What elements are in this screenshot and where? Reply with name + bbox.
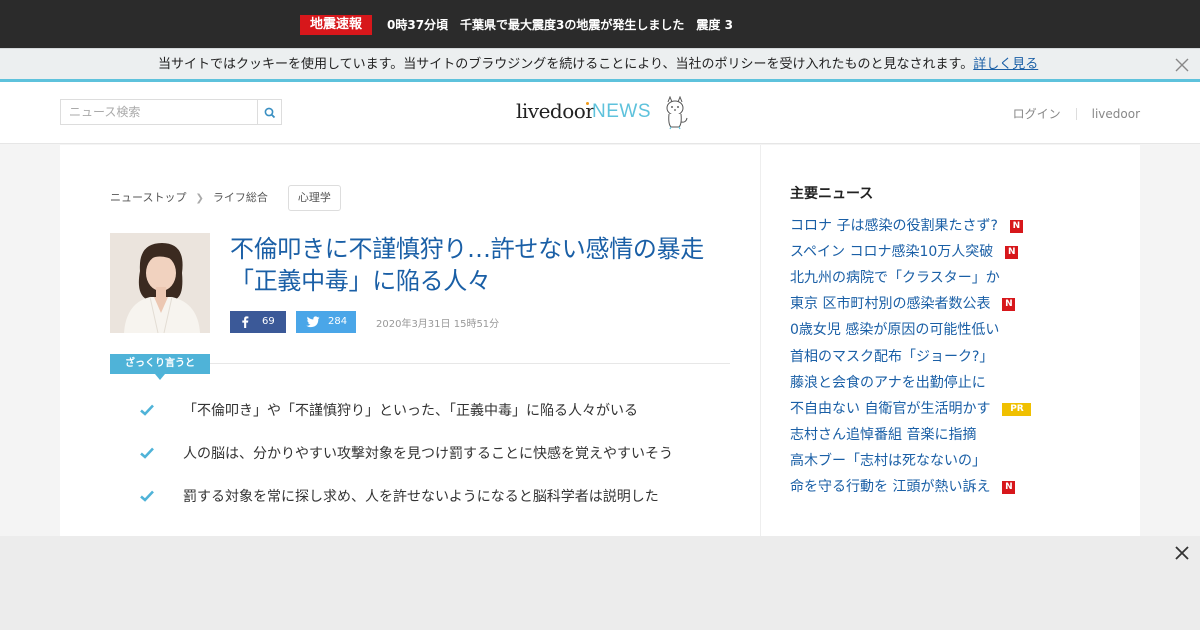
- author-photo-illustration: [110, 233, 210, 333]
- article-column: ニューストップ ❯ ライフ総合 心理学 不倫叩きに不謹慎狩り…許せない感情の暴走…: [60, 145, 760, 536]
- news-item-title: コロナ 子は感染の役割果たさず?: [790, 218, 998, 234]
- news-item[interactable]: スペイン コロナ感染10万人突破 N: [790, 242, 1019, 262]
- header-links: ログイン livedoor: [1013, 105, 1140, 122]
- news-item-title: 北九州の病院で「クラスター」か: [790, 270, 1000, 287]
- breadcrumb-item-news-top[interactable]: ニューストップ: [110, 185, 186, 211]
- search-button[interactable]: [257, 99, 282, 125]
- news-item[interactable]: 志村さん追悼番組 音楽に指摘: [790, 425, 976, 445]
- news-item-title: 高木ブー「志村は死なないの」: [790, 452, 986, 469]
- bottom-ad-area: [0, 536, 1200, 630]
- logo-dot: [586, 102, 589, 105]
- news-item-title: 首相のマスク配布「ジョーク?」: [790, 348, 994, 365]
- news-item[interactable]: 藤浪と会食のアナを出勤停止に: [790, 373, 986, 393]
- twitter-icon: [306, 316, 320, 328]
- new-badge: N: [1002, 481, 1016, 494]
- chevron-right-icon: ❯: [195, 192, 204, 204]
- news-item[interactable]: 0歳女児 感染が原因の可能性低い: [790, 320, 999, 340]
- cookie-notice-message: 当サイトではクッキーを使用しています。当サイトのブラウジングを続けることにより、…: [158, 57, 974, 72]
- article-thumbnail[interactable]: [110, 233, 210, 333]
- search-input[interactable]: [60, 99, 258, 125]
- new-badge: N: [1005, 246, 1019, 260]
- cookie-notice: 当サイトではクッキーを使用しています。当サイトのブラウジングを続けることにより、…: [0, 48, 1200, 82]
- publish-date: 2020年3月31日 15時51分: [376, 319, 500, 330]
- news-item-title: スペイン コロナ感染10万人突破: [790, 244, 994, 261]
- news-item[interactable]: 不自由ない 自衛官が生活明かす PR: [790, 399, 1032, 419]
- logo-news-label: NEWS: [592, 101, 651, 122]
- logo-wordmark: livedoor: [516, 99, 595, 123]
- summary-point-text: 罰する対象を常に探し求め、人を許せないようになると脳科学者は説明した: [183, 489, 659, 505]
- new-badge: N: [1009, 220, 1023, 233]
- news-item-title: 藤浪と会食のアナを出勤停止に: [790, 374, 986, 391]
- summary-label: ざっくり言うと: [110, 354, 210, 374]
- site-header: livedoor NEWS ログイン livedoor: [0, 82, 1200, 144]
- topic-tag-psychology[interactable]: 心理学: [287, 185, 341, 211]
- sidebar: 主要ニュース コロナ 子は感染の役割果たさず? N スペイン コロナ感染10万人突破…: [761, 145, 1140, 536]
- search-box: [60, 99, 282, 125]
- dog-mascot-icon: [666, 96, 688, 130]
- twitter-share-button[interactable]: 284: [296, 311, 356, 333]
- facebook-share-count: 69: [262, 316, 275, 327]
- news-item[interactable]: 北九州の病院で「クラスター」か: [790, 268, 1000, 288]
- login-link[interactable]: ログイン: [1013, 107, 1061, 121]
- checkmark-icon: [140, 490, 154, 502]
- earthquake-alert-text[interactable]: 0時37分頃 千葉県で最大震度3の地震が発生しました 震度 3: [387, 16, 733, 34]
- twitter-share-count: 284: [328, 316, 348, 327]
- news-item-title: 0歳女児 感染が原因の可能性低い: [790, 322, 1000, 339]
- close-icon[interactable]: [1174, 57, 1190, 73]
- news-item[interactable]: 命を守る行動を 江頭が熱い訴え N: [790, 477, 1016, 497]
- close-icon[interactable]: [1174, 545, 1190, 561]
- livedoor-link[interactable]: livedoor: [1092, 107, 1140, 121]
- news-item-title: 不自由ない 自衛官が生活明かす: [790, 400, 991, 417]
- news-item[interactable]: コロナ 子は感染の役割果たさず? N: [790, 216, 1023, 236]
- sidebar-title: 主要ニュース: [790, 186, 874, 202]
- earthquake-alert-bar: 地震速報 0時37分頃 千葉県で最大震度3の地震が発生しました 震度 3: [0, 0, 1200, 48]
- news-item-title: 志村さん追悼番組 音楽に指摘: [790, 426, 977, 443]
- breadcrumb-item-life[interactable]: ライフ総合: [213, 185, 268, 211]
- pr-badge: PR: [1002, 402, 1032, 416]
- facebook-share-button[interactable]: 69: [230, 311, 286, 333]
- summary-point-text: 人の脳は、分かりやすい攻撃対象を見つけ罰することに快感を覚えやすいそう: [183, 446, 673, 462]
- checkmark-icon: [140, 404, 154, 416]
- article-headline[interactable]: 不倫叩きに不謹慎狩り…許せない感情の暴走「正義中毒」に陥る人々: [230, 233, 730, 297]
- checkmark-icon: [140, 447, 154, 459]
- news-item[interactable]: 首相のマスク配布「ジョーク?」: [790, 347, 993, 367]
- cookie-notice-text: 当サイトではクッキーを使用しています。当サイトのブラウジングを続けることにより、…: [158, 57, 1038, 73]
- search-icon: [264, 107, 276, 119]
- facebook-icon: [242, 316, 249, 328]
- new-badge: N: [1002, 298, 1016, 312]
- earthquake-alert-badge: 地震速報: [300, 15, 372, 35]
- summary-point-text: 「不倫叩き」や「不謹慎狩り」といった、「正義中毒」に陥る人々がいる: [183, 403, 638, 419]
- news-item-title: 東京 区市町村別の感染者数公表: [790, 296, 991, 313]
- news-item[interactable]: 東京 区市町村別の感染者数公表 N: [790, 294, 1016, 314]
- summary-label-pointer: [155, 374, 165, 380]
- news-item-title: 命を守る行動を 江頭が熱い訴え: [790, 479, 991, 495]
- breadcrumb: ニューストップ ❯ ライフ総合 心理学: [110, 185, 341, 211]
- header-divider: [1075, 108, 1077, 120]
- news-item[interactable]: 高木ブー「志村は死なないの」: [790, 451, 986, 471]
- cookie-details-link[interactable]: 詳しく見る: [973, 57, 1038, 72]
